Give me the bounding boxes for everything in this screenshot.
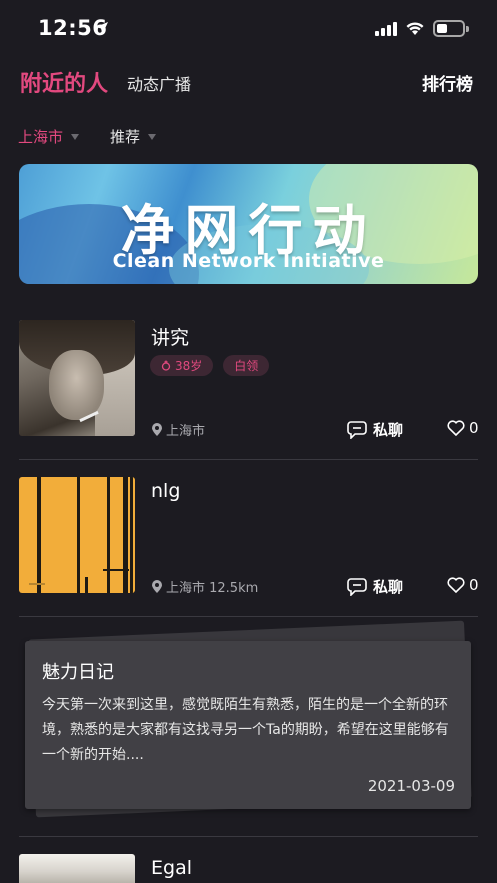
chat-label: 私聊: [373, 578, 404, 596]
charm-diary-card[interactable]: 魅力日记 今天第一次来到这里，感觉既陌生有熟悉，陌生的是一个全新的环境，熟悉的是…: [25, 641, 471, 809]
user-avatar-photo[interactable]: [19, 854, 135, 883]
location-pin-icon: [152, 423, 162, 436]
divider: [19, 836, 478, 837]
tab-dynamic-broadcast[interactable]: 动态广播: [127, 71, 191, 95]
caret-down-icon: [71, 133, 80, 140]
user-card[interactable]: nlg 上海市 12.5km 私聊 0: [0, 477, 497, 617]
recommend-filter-dropdown[interactable]: 推荐: [110, 126, 157, 147]
user-avatar-photo[interactable]: [19, 320, 135, 436]
diary-title: 魅力日记: [42, 662, 114, 683]
location-label: 上海市: [166, 424, 206, 439]
user-card[interactable]: 讲究 38岁 白领 上海市 私聊 0: [0, 320, 497, 460]
signal-icon: [375, 22, 397, 36]
diary-text: 今天第一次来到这里，感觉既陌生有熟悉，陌生的是一个全新的环境，熟悉的是大家都有这…: [42, 697, 449, 763]
like-button[interactable]: 0: [447, 419, 479, 437]
ranking-button[interactable]: 排行榜: [422, 70, 473, 95]
wifi-icon: [406, 22, 424, 35]
location-arrow-icon: [96, 22, 108, 34]
city-filter-dropdown[interactable]: 上海市: [18, 126, 80, 147]
divider: [19, 459, 478, 460]
chat-bubble-icon: [347, 420, 367, 439]
location-label: 上海市 12.5km: [166, 581, 259, 596]
chat-label: 私聊: [373, 421, 404, 439]
tab-nearby-people[interactable]: 附近的人: [20, 66, 108, 98]
age-tag: 38岁: [150, 355, 214, 376]
user-name: 讲究: [151, 327, 190, 349]
banner-subtitle: Clean Network Initiative: [112, 250, 385, 272]
diary-date: 2021-03-09: [367, 777, 455, 795]
private-chat-button[interactable]: 私聊: [347, 419, 403, 440]
user-location: 上海市 12.5km: [152, 577, 258, 596]
user-name: Egal: [151, 857, 192, 879]
battery-icon: [433, 20, 469, 37]
age-label: 38岁: [175, 359, 203, 373]
clean-network-banner[interactable]: 净网行动 Clean Network Initiative: [19, 164, 478, 284]
heart-icon: [447, 577, 465, 593]
private-chat-button[interactable]: 私聊: [347, 576, 403, 597]
location-pin-icon: [152, 580, 162, 593]
like-count: 0: [469, 419, 479, 437]
job-tag: 白领: [223, 355, 270, 376]
user-name: nlg: [151, 480, 181, 502]
divider: [19, 616, 478, 617]
like-button[interactable]: 0: [447, 576, 479, 594]
job-label: 白领: [234, 359, 259, 373]
user-avatar-photo[interactable]: [19, 477, 135, 593]
city-filter-label: 上海市: [18, 128, 64, 146]
caret-down-icon: [148, 133, 157, 140]
like-count: 0: [469, 576, 479, 594]
status-bar: 12:56: [0, 0, 497, 58]
chat-bubble-icon: [347, 577, 367, 596]
heart-icon: [447, 420, 465, 436]
recommend-filter-label: 推荐: [110, 128, 141, 146]
user-tags: 38岁 白领: [150, 355, 270, 376]
user-location: 上海市: [152, 420, 205, 439]
user-card[interactable]: Egal: [0, 854, 497, 883]
female-gender-icon: [161, 360, 171, 371]
